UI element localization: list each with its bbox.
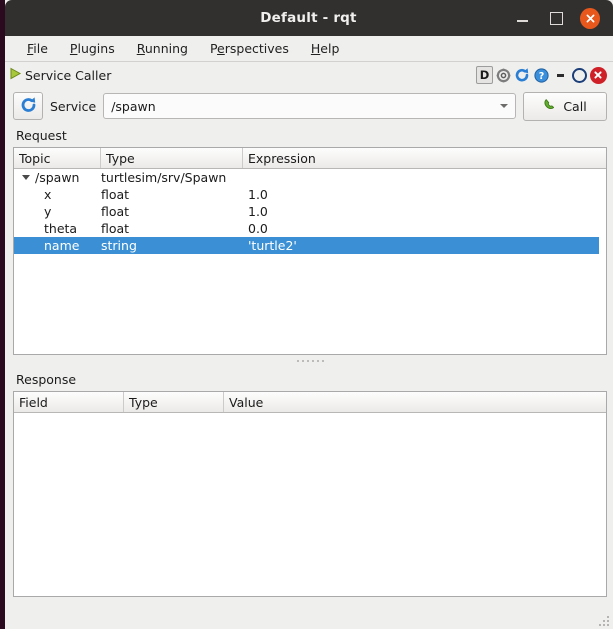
request-table: Topic Type Expression /spawn turtlesim/sr…: [13, 147, 607, 355]
request-topic-text: name: [44, 238, 80, 253]
minimize-button[interactable]: [512, 8, 532, 28]
request-cell-expression[interactable]: 1.0: [243, 187, 606, 202]
menu-label-perspectives: Perspectives: [209, 41, 289, 56]
request-cell-type: string: [101, 238, 137, 253]
request-cell-expression[interactable]: 0.0: [243, 221, 606, 236]
menu-item-file[interactable]: File: [16, 38, 59, 59]
request-cell-topic: name: [14, 238, 101, 253]
splitter-grip-icon: [296, 359, 324, 362]
response-column-value[interactable]: Value: [224, 392, 606, 412]
window-controls: [512, 7, 613, 29]
response-table-header: Field Type Value: [14, 392, 606, 413]
response-table: Field Type Value: [13, 391, 607, 597]
request-table-body: /spawn turtlesim/srv/Spawn x float 1.0 y float…: [14, 169, 606, 354]
call-button[interactable]: Call: [523, 91, 607, 121]
request-cell-type: float: [101, 187, 130, 202]
request-topic-text: theta: [44, 221, 78, 236]
request-cell-topic: theta: [14, 221, 101, 236]
refresh-icon: [20, 96, 37, 116]
minimize-icon: [516, 20, 528, 22]
request-column-topic[interactable]: Topic: [14, 148, 101, 168]
question-mark-icon[interactable]: ?: [532, 66, 550, 84]
response-table-body: [14, 413, 606, 596]
request-cell-topic: /spawn: [14, 170, 101, 185]
request-section-label: Request: [16, 128, 67, 143]
close-button[interactable]: [580, 7, 600, 29]
request-cell-topic: y: [14, 204, 101, 219]
service-combobox[interactable]: /spawn: [103, 93, 516, 119]
status-strip: [5, 597, 613, 629]
request-column-expression[interactable]: Expression: [243, 148, 606, 168]
main-window: Default - rqt File Plugins Running Persp…: [5, 0, 613, 629]
response-column-field[interactable]: Field: [14, 392, 124, 412]
request-topic-text: /spawn: [35, 170, 80, 185]
menu-label-plugins: Plugins: [69, 41, 115, 56]
table-row[interactable]: x float 1.0: [14, 186, 606, 203]
refresh-services-button[interactable]: [13, 92, 43, 120]
menu-label-file: File: [27, 41, 48, 56]
request-cell-type: float: [101, 221, 130, 236]
menu-item-perspectives[interactable]: Perspectives: [199, 38, 300, 59]
menu-label-running: Running: [136, 41, 188, 56]
request-topic-text: y: [44, 204, 52, 219]
request-cell-topic: x: [14, 187, 101, 202]
circle-icon[interactable]: [570, 66, 588, 84]
menu-label-help: Help: [310, 41, 340, 56]
service-selector-row: Service /spawn Call: [13, 88, 607, 122]
title-bar: Default - rqt: [5, 0, 613, 36]
svg-text:?: ?: [538, 71, 544, 82]
dock-title-label: Service Caller: [25, 67, 112, 83]
menu-bar: File Plugins Running Perspectives Help: [5, 36, 613, 61]
splitter-handle[interactable]: [13, 355, 607, 366]
chevron-down-icon: [500, 104, 508, 108]
service-dropdown-button[interactable]: [493, 94, 515, 118]
call-button-label: Call: [563, 98, 587, 114]
request-cell-type: float: [101, 204, 130, 219]
response-column-type[interactable]: Type: [124, 392, 224, 412]
gear-icon[interactable]: [494, 66, 512, 84]
expand-triangle-icon[interactable]: [22, 175, 30, 180]
request-cell-expression[interactable]: 1.0: [243, 204, 606, 219]
request-topic-text: x: [44, 187, 52, 202]
request-column-type[interactable]: Type: [101, 148, 243, 168]
resize-grip-icon[interactable]: [598, 615, 609, 626]
play-triangle-icon: [9, 67, 22, 83]
close-x-icon: [589, 66, 607, 84]
request-cell-expression[interactable]: 'turtle2': [243, 238, 599, 253]
close-icon: [580, 7, 600, 29]
table-row[interactable]: name string 'turtle2': [14, 237, 599, 254]
phone-handset-icon: [543, 98, 557, 115]
request-cell-type: turtlesim/srv/Spawn: [101, 170, 227, 185]
table-row[interactable]: theta float 0.0: [14, 220, 606, 237]
service-value: /spawn: [111, 98, 156, 114]
dock-close-button[interactable]: [589, 66, 607, 84]
letter-d-icon[interactable]: D: [476, 66, 493, 84]
table-row[interactable]: /spawn turtlesim/srv/Spawn: [14, 169, 606, 186]
table-row[interactable]: y float 1.0: [14, 203, 606, 220]
maximize-button[interactable]: [546, 8, 566, 28]
service-label: Service: [50, 98, 97, 114]
refresh-icon[interactable]: [513, 66, 531, 84]
dock-title-bar: Service Caller D ?: [5, 62, 613, 88]
request-table-header: Topic Type Expression: [14, 148, 606, 169]
window-title: Default - rqt: [260, 10, 357, 26]
service-caller-panel: Service /spawn Call Request Topic Type E…: [5, 88, 613, 597]
menu-item-running[interactable]: Running: [126, 38, 199, 59]
menu-item-help[interactable]: Help: [300, 38, 351, 59]
dash-icon[interactable]: [551, 66, 569, 84]
maximize-icon: [549, 11, 563, 25]
response-section-label: Response: [16, 372, 77, 387]
menu-item-plugins[interactable]: Plugins: [59, 38, 126, 59]
dock-button-group: D ?: [476, 66, 607, 84]
dock-title: Service Caller: [9, 67, 111, 83]
